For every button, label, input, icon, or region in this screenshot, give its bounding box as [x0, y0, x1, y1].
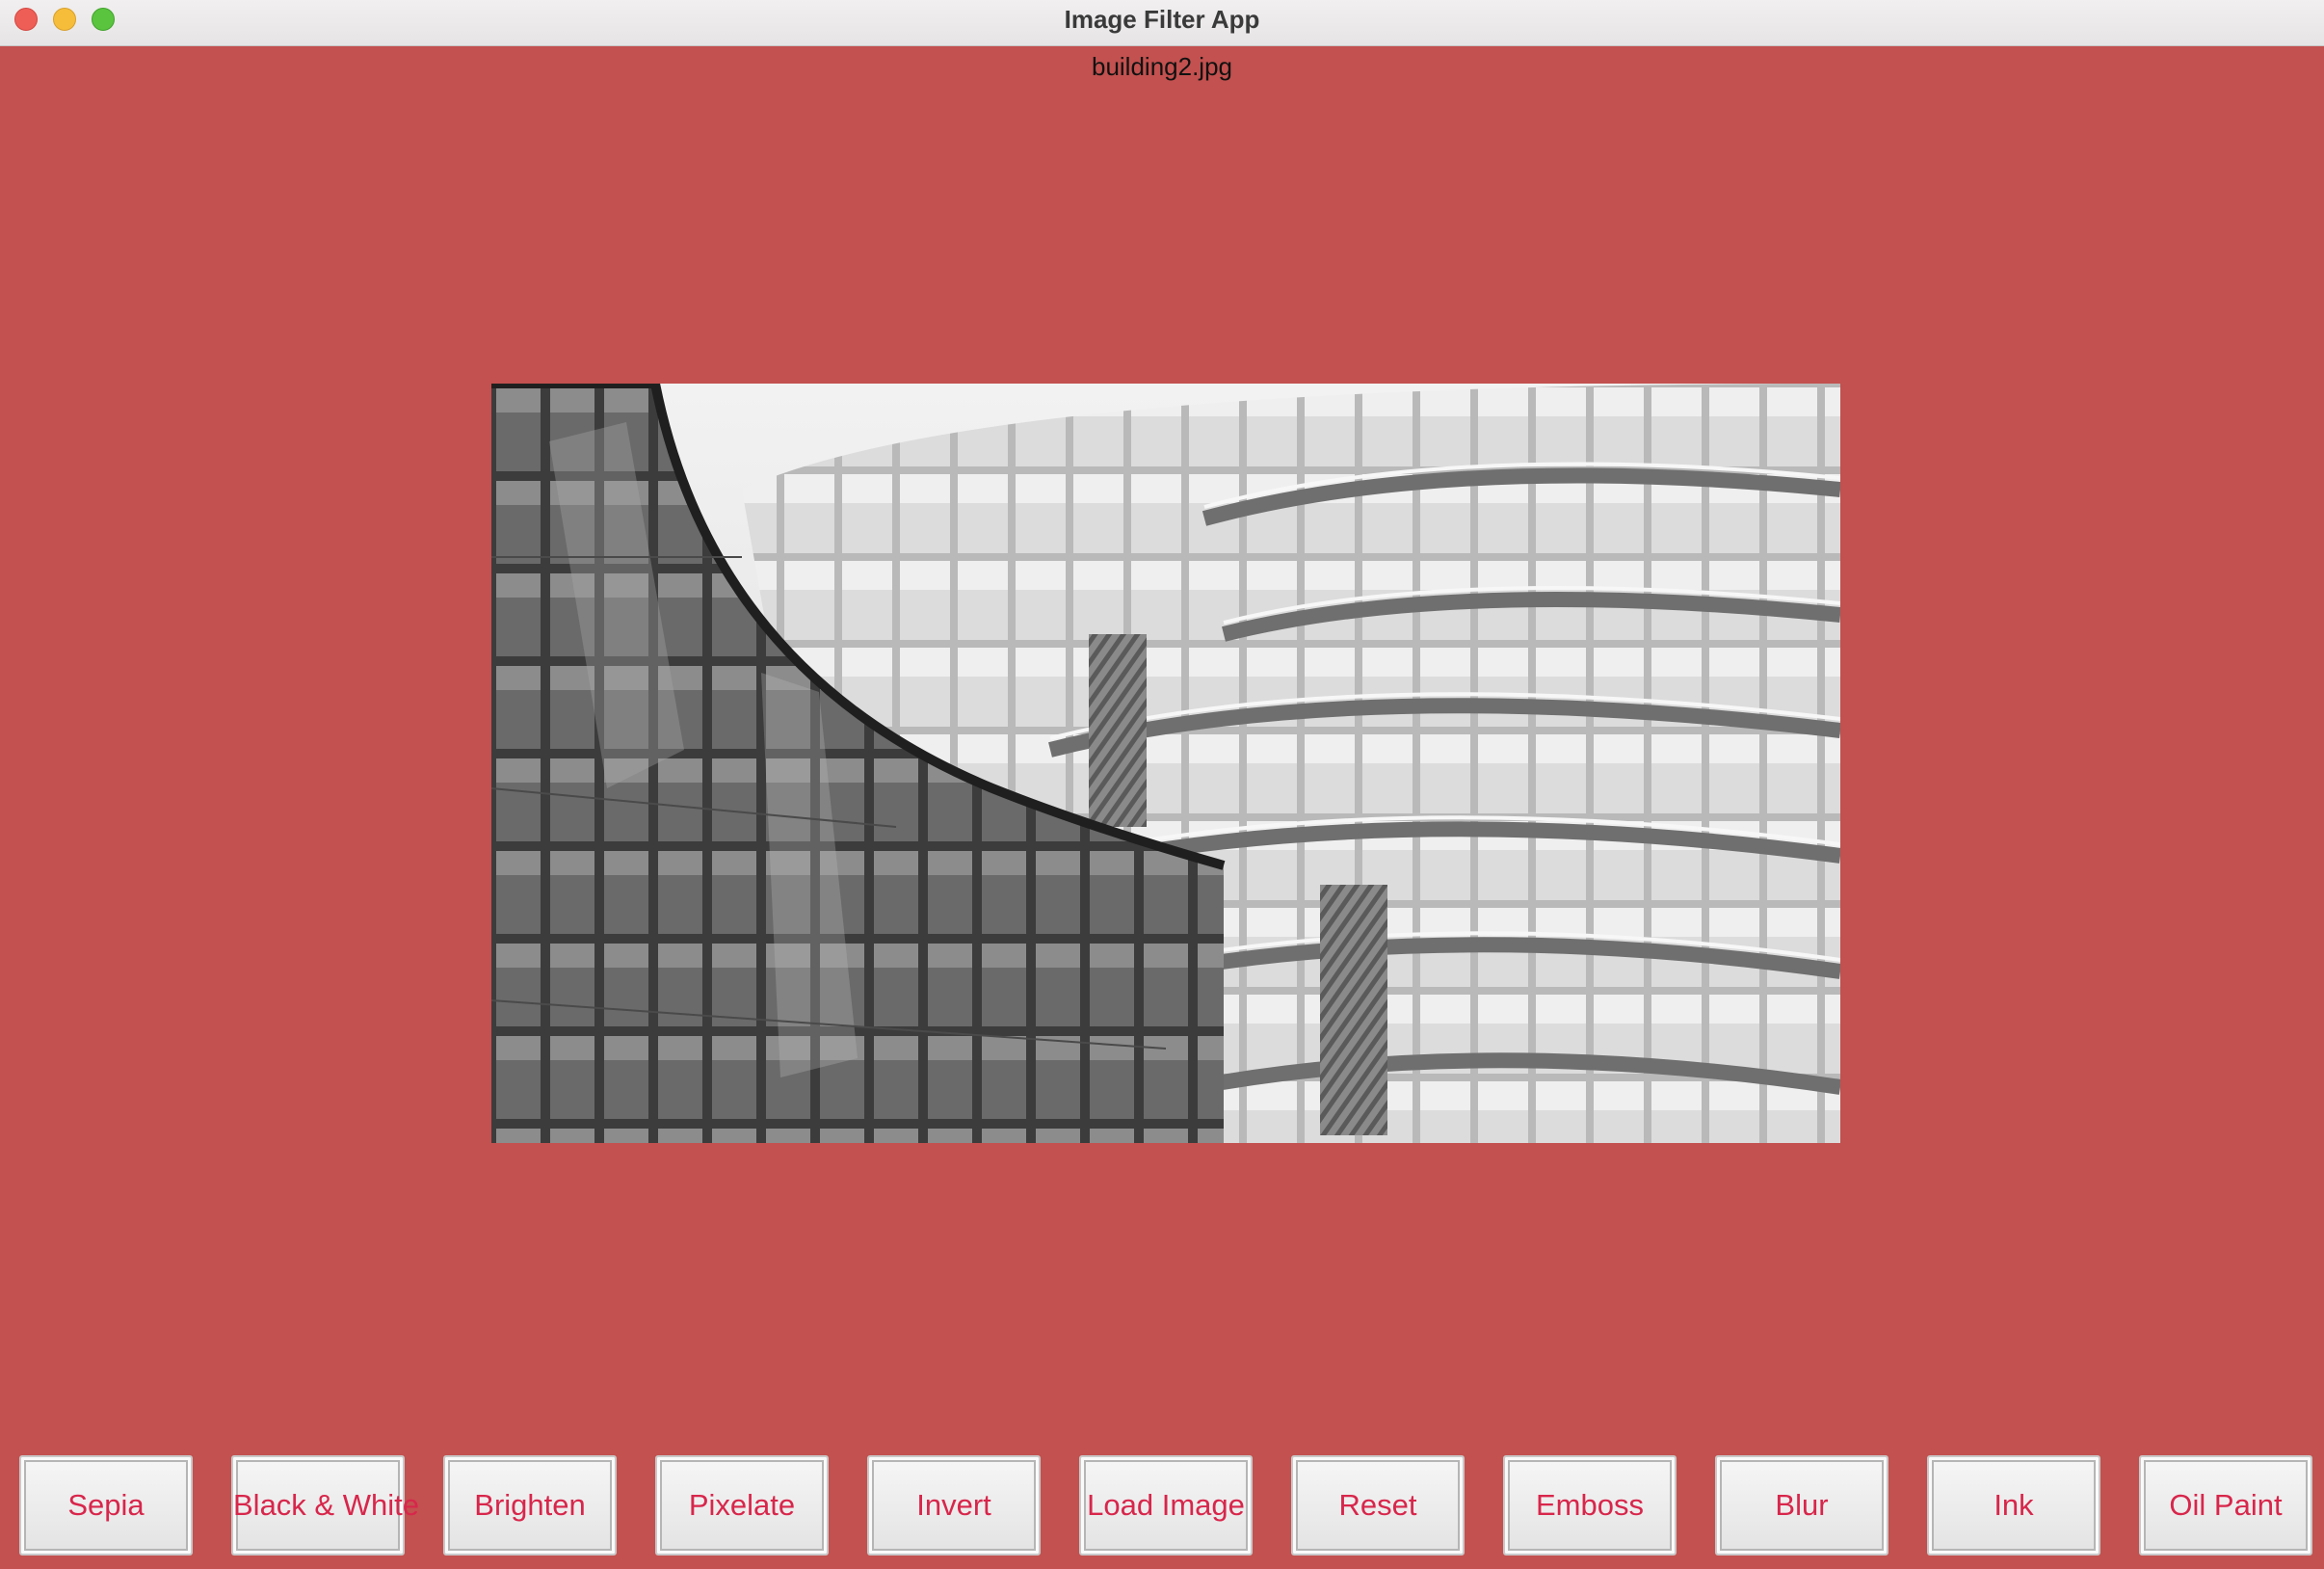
invert-button[interactable]: Invert	[867, 1455, 1041, 1556]
brighten-button[interactable]: Brighten	[443, 1455, 617, 1556]
image-display	[491, 384, 1840, 1143]
app-window: Image Filter App building2.jpg Sepia Bla…	[0, 0, 2324, 1569]
emboss-button[interactable]: Emboss	[1503, 1455, 1677, 1556]
black-and-white-button[interactable]: Black & White	[231, 1455, 419, 1556]
filter-toolbar: Sepia Black & White Brighten Pixelate In…	[0, 1455, 2324, 1561]
title-bar: Image Filter App	[0, 0, 2324, 46]
blur-button[interactable]: Blur	[1715, 1455, 1888, 1556]
reset-button[interactable]: Reset	[1291, 1455, 1465, 1556]
building-photo	[491, 384, 1840, 1143]
image-filename-label: building2.jpg	[1091, 52, 1232, 81]
sepia-button[interactable]: Sepia	[19, 1455, 193, 1556]
pixelate-button[interactable]: Pixelate	[655, 1455, 829, 1556]
load-image-button[interactable]: Load Image	[1079, 1455, 1253, 1556]
oil-paint-button[interactable]: Oil Paint	[2139, 1455, 2312, 1556]
ink-button[interactable]: Ink	[1927, 1455, 2100, 1556]
window-title: Image Filter App	[1064, 5, 1260, 34]
